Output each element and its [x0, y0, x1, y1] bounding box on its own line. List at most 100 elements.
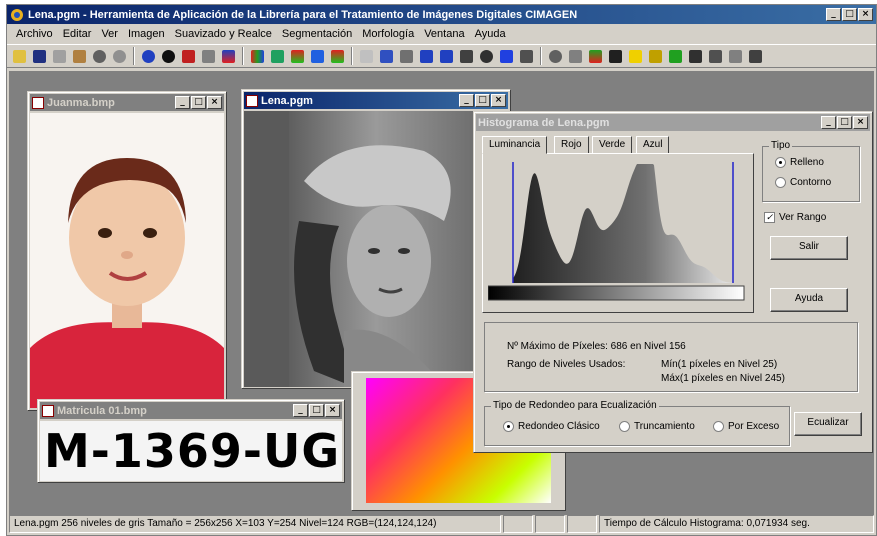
- menu-editar[interactable]: Editar: [58, 28, 97, 40]
- menu-suavizado[interactable]: Suavizado y Realce: [170, 28, 277, 40]
- plate-window-titlebar[interactable]: Matricula 01.bmp _ □ ×: [40, 402, 342, 419]
- rango-max-text: Máx(1 píxeles en Nivel 245): [661, 373, 785, 384]
- menu-ver[interactable]: Ver: [96, 28, 123, 40]
- fill-icon[interactable]: [518, 48, 535, 65]
- histogram-icon[interactable]: [180, 48, 197, 65]
- minimize-button[interactable]: _: [293, 404, 308, 417]
- histogram-panel: Luminancia Rojo Verde Azul: [482, 134, 762, 314]
- histogram-titlebar[interactable]: Histograma de Lena.pgm _ □ ×: [476, 114, 870, 131]
- dilate-icon[interactable]: [647, 48, 664, 65]
- help-icon[interactable]: [160, 48, 177, 65]
- levels-icon[interactable]: [220, 48, 237, 65]
- erode-icon[interactable]: [667, 48, 684, 65]
- info-icon[interactable]: [140, 48, 157, 65]
- lena-window[interactable]: Lena.pgm _ □ ×: [241, 89, 511, 389]
- zoom-icon[interactable]: [478, 48, 495, 65]
- app-titlebar: Lena.pgm - Herramienta de Aplicación de …: [7, 5, 876, 24]
- child-window-titlebar[interactable]: Juanma.bmp _ □ ×: [30, 94, 224, 111]
- star-icon[interactable]: [627, 48, 644, 65]
- print-icon[interactable]: [398, 48, 415, 65]
- redondeo-group: Tipo de Redondeo para Ecualización Redon…: [484, 400, 790, 446]
- layers-icon[interactable]: [329, 48, 346, 65]
- radio-truncamiento[interactable]: Truncamiento: [619, 421, 695, 432]
- child-photo-window[interactable]: Juanma.bmp _ □ ×: [27, 91, 227, 411]
- redo-icon[interactable]: [111, 48, 128, 65]
- tab-luminancia[interactable]: Luminancia: [482, 136, 548, 154]
- close-button[interactable]: ×: [207, 96, 222, 109]
- menu-ayuda[interactable]: Ayuda: [470, 28, 511, 40]
- lena-window-titlebar[interactable]: Lena.pgm _ □ ×: [244, 92, 508, 109]
- rango-label: Rango de Niveles Usados:: [507, 359, 626, 370]
- close-button[interactable]: ×: [491, 94, 506, 107]
- ecualizar-button[interactable]: Ecualizar: [794, 412, 862, 436]
- info-group: Nº Máximo de Píxeles: 686 en Nivel 156 R…: [484, 322, 858, 392]
- maximize-button[interactable]: □: [842, 8, 857, 21]
- rotate-icon[interactable]: [378, 48, 395, 65]
- close-button[interactable]: ×: [858, 8, 873, 21]
- undo-icon[interactable]: [91, 48, 108, 65]
- close-button[interactable]: ×: [325, 404, 340, 417]
- s-curve-icon[interactable]: [498, 48, 515, 65]
- max-pixels-text: Nº Máximo de Píxeles: 686 en Nivel 156: [507, 341, 686, 352]
- tab-azul[interactable]: Azul: [636, 136, 670, 154]
- palette-icon[interactable]: [249, 48, 266, 65]
- paste-icon[interactable]: [71, 48, 88, 65]
- minimize-button[interactable]: _: [821, 116, 836, 129]
- morph-icon[interactable]: [707, 48, 724, 65]
- app-title: Lena.pgm - Herramienta de Aplicación de …: [28, 8, 578, 21]
- tab-verde[interactable]: Verde: [592, 136, 633, 154]
- menu-segmentacion[interactable]: Segmentación: [277, 28, 357, 40]
- histogram-plot: [488, 162, 745, 301]
- ver-rango-checkbox[interactable]: ✓ Ver Rango: [764, 212, 826, 223]
- radio-relleno[interactable]: Relleno: [775, 157, 824, 168]
- close-button[interactable]: ×: [853, 116, 868, 129]
- mask-icon[interactable]: [607, 48, 624, 65]
- grid-icon[interactable]: [747, 48, 764, 65]
- child-photo: [30, 113, 224, 408]
- arrow-icon[interactable]: [200, 48, 217, 65]
- resize-icon[interactable]: [458, 48, 475, 65]
- menu-morfologia[interactable]: Morfología: [357, 28, 419, 40]
- radio-redondeo-clasico[interactable]: Redondeo Clásico: [503, 421, 600, 432]
- maximize-button[interactable]: □: [309, 404, 324, 417]
- salir-button[interactable]: Salir: [770, 236, 848, 260]
- toolbar: [7, 44, 876, 68]
- minimize-button[interactable]: _: [459, 94, 474, 107]
- minimize-button[interactable]: _: [826, 8, 841, 21]
- copy-icon[interactable]: [51, 48, 68, 65]
- flip-h-icon[interactable]: [438, 48, 455, 65]
- filter-icon[interactable]: [269, 48, 286, 65]
- tipo-label: Tipo: [769, 140, 793, 151]
- plate-window[interactable]: Matricula 01.bmp _ □ × M-1369-UG: [37, 399, 345, 483]
- status-bar: Lena.pgm 256 niveles de gris Tamaño = 25…: [9, 515, 874, 533]
- threshold-icon[interactable]: [358, 48, 375, 65]
- frame-icon[interactable]: [567, 48, 584, 65]
- lena-window-title: Lena.pgm: [261, 94, 313, 107]
- maximize-button[interactable]: □: [191, 96, 206, 109]
- ellipse-icon[interactable]: [547, 48, 564, 65]
- minimize-button[interactable]: _: [175, 96, 190, 109]
- menu-bar: Archivo Editar Ver Imagen Suavizado y Re…: [7, 24, 876, 44]
- histogram-window[interactable]: Histograma de Lena.pgm _ □ × Luminancia Ro…: [473, 111, 873, 453]
- mdi-area: Juanma.bmp _ □ × Lena.pgm _ □ × Matricul…: [9, 71, 874, 515]
- maximize-button[interactable]: □: [837, 116, 852, 129]
- tab-rojo[interactable]: Rojo: [554, 136, 589, 154]
- rgb-icon[interactable]: [289, 48, 306, 65]
- rango-min-text: Mín(1 píxeles en Nivel 25): [661, 359, 778, 370]
- menu-archivo[interactable]: Archivo: [11, 28, 58, 40]
- lena-image: [244, 111, 508, 387]
- maximize-button[interactable]: □: [475, 94, 490, 107]
- structure-icon[interactable]: [687, 48, 704, 65]
- save-icon[interactable]: [31, 48, 48, 65]
- curve-icon[interactable]: [309, 48, 326, 65]
- segment-icon[interactable]: [587, 48, 604, 65]
- menu-ventana[interactable]: Ventana: [419, 28, 469, 40]
- radio-contorno[interactable]: Contorno: [775, 177, 831, 188]
- open-icon[interactable]: [11, 48, 28, 65]
- ayuda-button[interactable]: Ayuda: [770, 288, 848, 312]
- plate-image: M-1369-UG: [40, 421, 342, 481]
- flip-v-icon[interactable]: [418, 48, 435, 65]
- menu-imagen[interactable]: Imagen: [123, 28, 170, 40]
- radio-por-exceso[interactable]: Por Exceso: [713, 421, 779, 432]
- texture-icon[interactable]: [727, 48, 744, 65]
